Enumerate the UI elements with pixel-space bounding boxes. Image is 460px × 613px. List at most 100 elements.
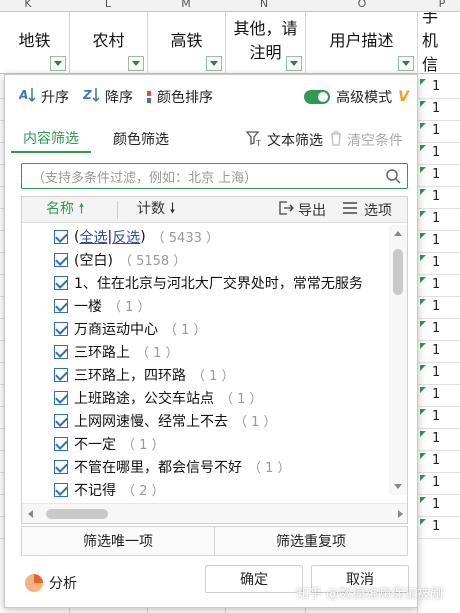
filter-dropdown-button[interactable] <box>128 56 144 71</box>
checkbox[interactable] <box>54 482 68 497</box>
column-letter[interactable]: N <box>258 0 270 10</box>
tab-color-filter[interactable]: 颜色筛选 <box>113 129 169 152</box>
cell-value[interactable]: 1 <box>432 387 440 402</box>
clear-conditions-button[interactable]: 清空条件 <box>347 130 403 150</box>
header-cell-other[interactable]: 其他，请注明 <box>226 12 306 74</box>
checkbox[interactable] <box>54 459 68 474</box>
header-cell-subway[interactable]: 地铁 <box>0 12 70 74</box>
sort-by-name-button[interactable]: 名称 🠕 <box>46 198 84 222</box>
cell-value[interactable]: 1 <box>432 453 440 468</box>
scroll-thumb[interactable] <box>393 249 403 295</box>
text-filter-button[interactable]: 文本筛选 <box>267 130 323 150</box>
list-item[interactable]: 三环路上，四环路 （ 1 ） <box>22 363 382 386</box>
checkbox[interactable] <box>54 298 68 313</box>
list-item-select-all[interactable]: ( 全选 | 反选 ) （ 5433 ） <box>22 225 382 248</box>
filter-dropdown-button[interactable] <box>286 56 302 71</box>
column-letter[interactable]: M <box>180 0 192 10</box>
sort-descending-icon: Z <box>82 86 101 108</box>
filter-duplicate-button[interactable]: 筛选重复项 <box>214 527 407 555</box>
advanced-mode-toggle[interactable]: 高级模式 V <box>304 83 409 111</box>
item-count: （ 1 ） <box>220 392 263 407</box>
filter-dropdown-button[interactable] <box>398 56 414 71</box>
cell-value[interactable]: 1 <box>432 299 440 314</box>
filter-search-input[interactable]: （支持多条件过滤，例如：北京 上海） <box>21 163 408 189</box>
cell-value[interactable]: 1 <box>432 211 440 226</box>
horizontal-scrollbar[interactable] <box>22 503 407 523</box>
list-item[interactable]: 上班路途，公交车站点 （ 1 ） <box>22 386 382 409</box>
cell-value[interactable]: 1 <box>432 145 440 160</box>
cell-value[interactable]: 1 <box>432 167 440 182</box>
scroll-up-icon[interactable] <box>394 231 402 236</box>
filter-dropdown-button[interactable] <box>206 56 222 71</box>
list-item[interactable]: 不一定 （ 1 ） <box>22 432 382 455</box>
header-label: 高铁 <box>170 31 203 50</box>
list-item[interactable]: 1、住在北京与河北大厂交界处时，常常无服务 <box>22 271 382 294</box>
list-item[interactable]: 三环路上 （ 1 ） <box>22 340 382 363</box>
cell-value[interactable]: 1 <box>432 321 440 336</box>
options-button[interactable]: 选项 <box>342 200 392 220</box>
header-cell-rural[interactable]: 农村 <box>70 12 148 74</box>
vertical-scrollbar[interactable] <box>389 225 407 495</box>
item-count: （ 1 ） <box>164 323 207 338</box>
list-item[interactable]: 不管在哪里，都会信号不好 （ 1 ） <box>22 455 382 478</box>
search-icon[interactable] <box>385 168 401 184</box>
filter-unique-button[interactable]: 筛选唯一项 <box>22 527 214 555</box>
cell-value[interactable]: 1 <box>432 255 440 270</box>
cell-value[interactable]: 1 <box>432 475 440 490</box>
checkbox[interactable] <box>54 367 68 382</box>
cell-value[interactable]: 1 <box>432 277 440 292</box>
cell-value[interactable]: 1 <box>432 409 440 424</box>
checkbox[interactable] <box>54 252 68 267</box>
cell-value[interactable]: 1 <box>432 123 440 138</box>
checkbox[interactable] <box>54 229 68 244</box>
header-cell-highspeed-rail[interactable]: 高铁 <box>148 12 226 74</box>
cell-value[interactable]: 1 <box>432 79 440 94</box>
sort-ascending-button[interactable]: A 升序 <box>18 86 69 108</box>
column-letter-bar: K L M N O P <box>0 0 460 12</box>
toggle-switch-icon[interactable] <box>304 90 331 104</box>
scroll-thumb[interactable] <box>46 509 108 519</box>
watermark: 知乎 @数模维嗨保证被剐 <box>296 587 444 602</box>
checkbox[interactable] <box>54 275 68 290</box>
ok-button[interactable]: 确定 <box>205 565 303 593</box>
cell-value[interactable]: 1 <box>432 101 440 116</box>
select-all-link[interactable]: 全选 <box>79 227 107 247</box>
cell-value[interactable]: 1 <box>432 365 440 380</box>
tab-content-filter[interactable]: 内容筛选 <box>11 128 91 153</box>
cell-value[interactable]: 1 <box>432 343 440 358</box>
checkbox[interactable] <box>54 390 68 405</box>
header-cell-user-description[interactable]: 用户描述 <box>306 12 418 74</box>
sort-by-count-button[interactable]: 计数 🠗 <box>137 198 175 222</box>
checkbox[interactable] <box>54 321 68 336</box>
checkbox[interactable] <box>54 344 68 359</box>
column-letter[interactable]: L <box>102 0 114 10</box>
cell-value[interactable]: 1 <box>432 189 440 204</box>
scroll-down-icon[interactable] <box>394 484 402 489</box>
analyze-button[interactable]: 分析 <box>25 573 77 593</box>
item-label: 上班路途，公交车站点 <box>74 390 214 407</box>
cell-value[interactable]: 1 <box>432 497 440 512</box>
list-item[interactable]: 万商运动中心 （ 1 ） <box>22 317 382 340</box>
cell-value[interactable]: 1 <box>432 233 440 248</box>
export-button[interactable]: 导出 <box>278 200 326 220</box>
list-item[interactable]: 不记得 （ 2 ） <box>22 478 382 501</box>
scroll-left-icon[interactable] <box>28 510 33 518</box>
column-letter[interactable]: P <box>436 0 448 10</box>
cell-note-marker <box>420 431 426 437</box>
scroll-right-icon[interactable] <box>398 510 403 518</box>
list-item[interactable]: 上网网速慢、经常上不去 （ 1 ） <box>22 409 382 432</box>
filter-dropdown-button[interactable] <box>50 56 66 71</box>
checkbox[interactable] <box>54 436 68 451</box>
list-item[interactable]: (空白) （ 5158 ） <box>22 248 382 271</box>
color-sort-button[interactable]: 颜色排序 <box>147 87 213 107</box>
cell-value[interactable]: 1 <box>432 431 440 446</box>
svg-text:Z: Z <box>83 88 92 102</box>
header-cell-phone-signal[interactable]: 手机信 <box>418 12 460 74</box>
column-letter[interactable]: K <box>22 0 34 10</box>
sort-descending-button[interactable]: Z 降序 <box>82 86 133 108</box>
column-letter[interactable]: O <box>356 0 368 10</box>
invert-selection-link[interactable]: 反选 <box>112 227 140 247</box>
cell-value[interactable]: 1 <box>432 519 440 534</box>
list-item[interactable]: 一楼 （ 1 ） <box>22 294 382 317</box>
checkbox[interactable] <box>54 413 68 428</box>
